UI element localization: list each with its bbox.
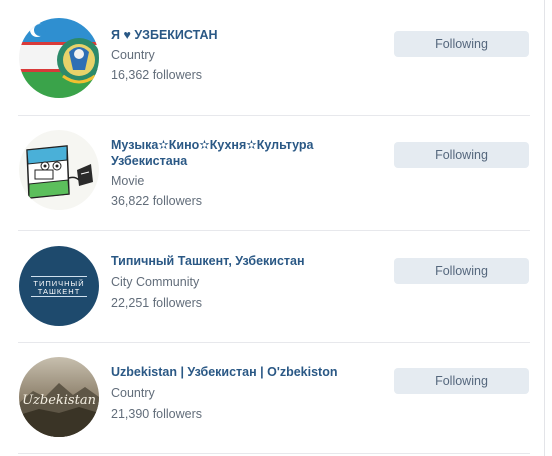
group-category: Movie [111, 174, 145, 188]
uzbekistan-landscape-avatar[interactable]: Uzbekistan [19, 357, 99, 437]
group-followers: 21,390 followers [111, 407, 203, 421]
group-name-link[interactable]: Я ♥ УЗБЕКИСТАН [111, 27, 381, 43]
uzbekistan-flag-avatar[interactable] [19, 18, 99, 98]
group-category: City Community [111, 275, 200, 289]
typical-tashkent-logo-avatar[interactable]: ТИПИЧНЫЙ ТАШКЕНТ [19, 246, 99, 326]
avatar-overlay-text: Uzbekistan [22, 393, 96, 408]
group-followers: 16,362 followers [111, 68, 203, 82]
group-followers: 36,822 followers [111, 194, 203, 208]
avatar-logo-text: ТАШКЕНТ [38, 287, 81, 296]
list-item: Музыка✫Кино✫Кухня✫Культура Узбекистана M… [0, 116, 544, 230]
group-name-link[interactable]: Типичный Ташкент, Узбекистан [111, 253, 381, 269]
groups-list: Я ♥ УЗБЕКИСТАН Country 16,362 followers … [0, 0, 545, 456]
following-button[interactable]: Following [394, 31, 529, 57]
group-followers: 22,251 followers [111, 296, 203, 310]
following-button[interactable]: Following [394, 142, 529, 168]
following-button[interactable]: Following [394, 368, 529, 394]
cartoon-flag-avatar[interactable] [19, 130, 99, 210]
divider [18, 453, 530, 454]
following-button[interactable]: Following [394, 258, 529, 284]
list-item: Я ♥ УЗБЕКИСТАН Country 16,362 followers … [0, 0, 544, 115]
group-category: Country [111, 386, 155, 400]
group-name-link[interactable]: Uzbekistan | Узбекистан | O'zbekiston [111, 364, 381, 380]
list-item: ТИПИЧНЫЙ ТАШКЕНТ Типичный Ташкент, Узбек… [0, 231, 544, 342]
list-item: Uzbekistan Uzbekistan | Узбекистан | O'z… [0, 343, 544, 456]
group-name-link[interactable]: Музыка✫Кино✫Кухня✫Культура Узбекистана [111, 137, 381, 169]
group-category: Country [111, 48, 155, 62]
